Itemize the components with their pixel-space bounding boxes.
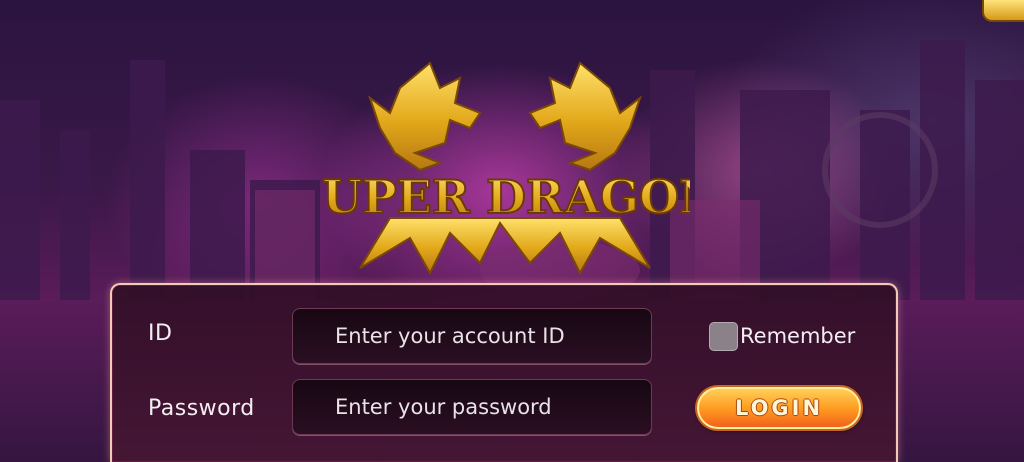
corner-menu-button[interactable] bbox=[982, 0, 1024, 22]
password-label: Password bbox=[148, 396, 255, 421]
logo-text: SUPER DRAGON bbox=[320, 170, 690, 224]
account-id-input[interactable]: Enter your account ID bbox=[292, 308, 652, 364]
remember-label[interactable]: Remember bbox=[740, 324, 855, 348]
id-label: ID bbox=[148, 321, 173, 346]
super-dragon-logo: SUPER DRAGON bbox=[320, 61, 690, 276]
password-input[interactable]: Enter your password bbox=[292, 379, 652, 435]
remember-checkbox[interactable] bbox=[709, 322, 738, 351]
login-button[interactable]: LOGIN bbox=[697, 387, 861, 429]
